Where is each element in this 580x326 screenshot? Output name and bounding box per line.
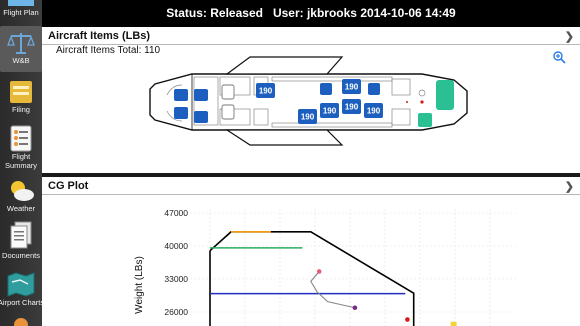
seat[interactable] (320, 83, 332, 95)
sidebar-item-weather[interactable]: Weather (0, 178, 42, 218)
svg-text:190: 190 (301, 113, 315, 122)
svg-text:190: 190 (367, 107, 381, 116)
seat[interactable] (194, 111, 208, 123)
sidebar-item-label: Documents (2, 251, 40, 260)
seat[interactable] (221, 104, 235, 120)
y-tick-label: 33000 (164, 274, 188, 284)
folder-icon (10, 81, 32, 103)
sidebar-item-label: Airport Charts (0, 298, 42, 307)
sidebar-item-label: Flight Plan (3, 8, 39, 17)
seat-190[interactable]: 190 (320, 103, 339, 118)
documents-icon (10, 221, 32, 249)
seat[interactable] (368, 83, 380, 95)
seat-190[interactable]: 190 (298, 109, 317, 124)
map-icon (7, 272, 35, 297)
sidebar-item-filing[interactable]: Filing (0, 77, 42, 121)
scale-icon (7, 33, 35, 54)
seat-190[interactable]: 190 (342, 79, 361, 94)
status-bar: Status: Released User: jkbrooks 2014-10-… (42, 0, 580, 25)
series-cg-path (310, 271, 356, 309)
cg-plot-chart: 47000 40000 33000 26000 Weight (LBs) (134, 208, 517, 326)
panel-title: CG Plot (48, 179, 89, 192)
svg-text:190: 190 (259, 87, 273, 96)
cg-plot-panel: CG Plot ❯ 47000 40000 33000 26000 Weight (LB… (42, 177, 580, 326)
baggage-area[interactable] (418, 113, 432, 127)
sidebar-item-label: Filing (12, 105, 30, 114)
wing-top (225, 56, 344, 75)
seat[interactable] (174, 107, 188, 119)
seat[interactable] (174, 89, 188, 101)
cg-marker (352, 305, 358, 311)
svg-text:190: 190 (323, 107, 337, 116)
sidebar-item-airport-charts[interactable]: Airport Charts (0, 270, 42, 314)
cg-plot-header[interactable]: CG Plot ❯ (42, 177, 580, 195)
more-icon[interactable] (14, 318, 28, 326)
sidebar-item-flight-summary[interactable]: Flight Summary (0, 124, 42, 174)
svg-text:190: 190 (345, 103, 359, 112)
weather-icon (11, 181, 34, 201)
seat-190[interactable]: 190 (256, 83, 275, 98)
summary-icon (10, 125, 32, 152)
sidebar-item-flight-plan[interactable]: Flight Plan (0, 0, 42, 22)
cg-marker (316, 269, 322, 274)
y-tick-label: 40000 (164, 241, 188, 251)
aircraft-layout-diagram: 190 190 190 190 190 190 (149, 56, 468, 146)
sidebar-item-label: Flight Summary (4, 152, 38, 170)
seat[interactable] (221, 84, 235, 100)
y-tick-label: 47000 (164, 208, 188, 218)
cg-marker (450, 321, 457, 326)
chevron-right-icon[interactable]: ❯ (565, 180, 574, 193)
baggage-area[interactable] (436, 80, 454, 110)
wing-bottom (224, 129, 344, 146)
user-text: User: jkbrooks 2014-10-06 14:49 (272, 5, 456, 20)
sidebar-item-documents[interactable]: Documents (0, 221, 42, 265)
seat-190[interactable]: 190 (342, 99, 361, 114)
status-text: Status: Released (166, 5, 263, 20)
svg-text:190: 190 (345, 83, 359, 92)
sidebar-item-label: Weather (6, 204, 36, 213)
y-axis-label: Weight (LBs) (134, 256, 145, 314)
flight-plan-icon (8, 0, 34, 6)
sidebar-item-wb[interactable]: W&B (0, 26, 42, 72)
seat[interactable] (194, 89, 208, 101)
seat-190[interactable]: 190 (364, 103, 383, 118)
y-tick-label: 26000 (164, 307, 188, 317)
sidebar-item-label: W&B (12, 56, 30, 65)
sidebar: Flight Plan W&B Filing Flight Summary We… (0, 0, 42, 326)
aircraft-items-panel: Aircraft Items (LBs) ❯ Aircraft Items To… (42, 27, 580, 173)
cg-marker (405, 317, 410, 322)
